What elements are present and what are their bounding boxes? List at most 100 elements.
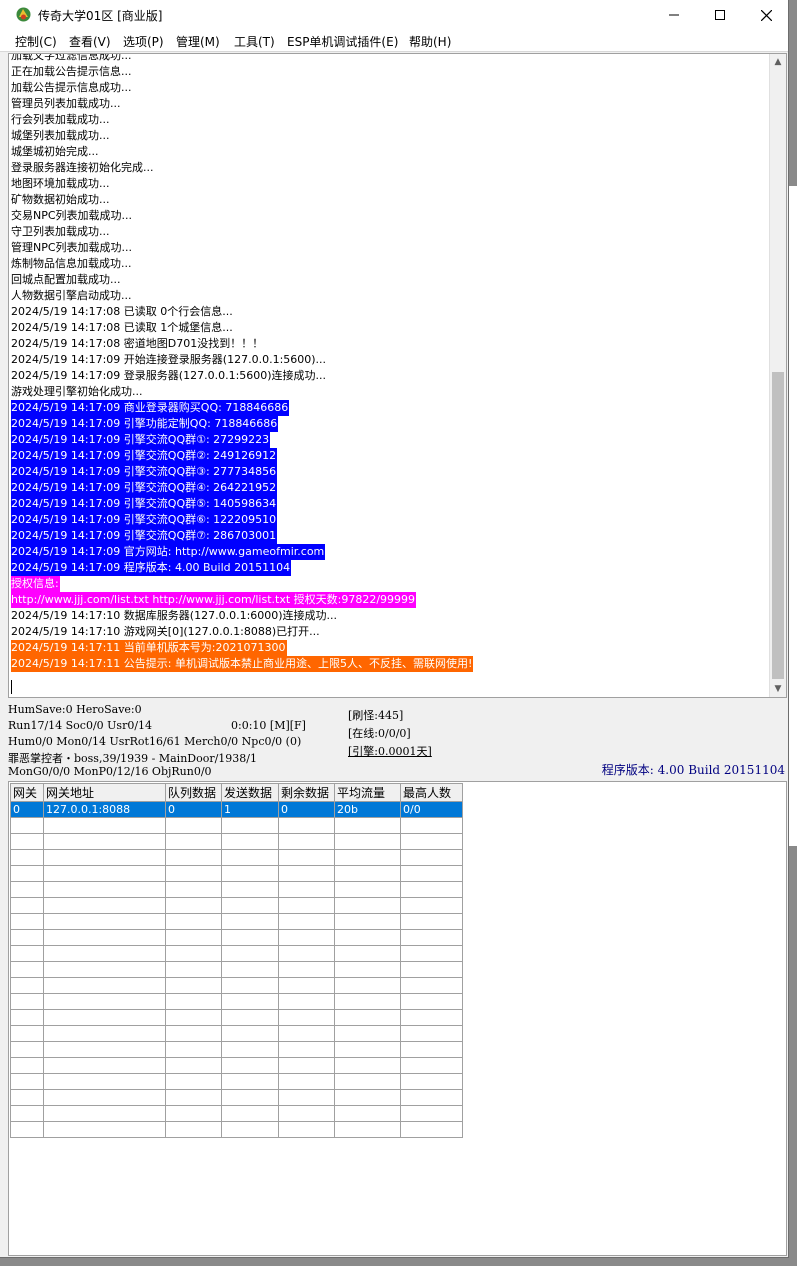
log-textbox[interactable]: 加载文字过滤信息成功... 正在加载公告提示信息... 加载公告提示信息成功... 管… xyxy=(8,53,787,698)
cell-max-users: 0/0 xyxy=(400,801,463,818)
table-cell-empty xyxy=(400,817,463,834)
table-row-empty[interactable] xyxy=(10,1057,463,1074)
log-line: 2024/5/19 14:17:09 引擎交流QQ群③: 277734856 xyxy=(11,464,278,480)
table-row-empty[interactable] xyxy=(10,1009,463,1026)
table-row[interactable]: 0 127.0.0.1:8088 0 1 0 20b 0/0 xyxy=(10,801,463,818)
table-cell-empty xyxy=(334,913,401,930)
log-line: 城堡列表加载成功... xyxy=(11,129,110,142)
status-engine[interactable]: [引擎:0.0001天] xyxy=(348,743,432,759)
table-row-empty[interactable] xyxy=(10,961,463,978)
log-line: 2024/5/19 14:17:09 开始连接登录服务器(127.0.0.1:5… xyxy=(11,353,327,366)
table-row-empty[interactable] xyxy=(10,881,463,898)
menu-help[interactable]: 帮助(H) xyxy=(409,33,451,50)
table-cell-empty xyxy=(400,993,463,1010)
log-scrollbar[interactable]: ▲ ▼ xyxy=(769,54,786,697)
table-cell-empty xyxy=(10,1105,44,1122)
table-cell-empty xyxy=(10,817,44,834)
log-line: 矿物数据初始成功... xyxy=(11,193,110,206)
table-cell-empty xyxy=(400,961,463,978)
table-row-empty[interactable] xyxy=(10,1041,463,1058)
table-cell-empty xyxy=(221,1073,279,1090)
table-cell-empty xyxy=(165,1105,222,1122)
menu-control[interactable]: 控制(C) xyxy=(15,33,57,50)
table-cell-empty xyxy=(278,817,335,834)
table-row-empty[interactable] xyxy=(10,897,463,914)
table-header-row: 网关 网关地址 队列数据 发送数据 剩余数据 平均流量 最高人数 xyxy=(10,783,463,802)
table-row-empty[interactable] xyxy=(10,993,463,1010)
scroll-thumb[interactable] xyxy=(772,372,784,679)
table-cell-empty xyxy=(278,1025,335,1042)
table-row-empty[interactable] xyxy=(10,817,463,834)
table-cell-empty xyxy=(334,1089,401,1106)
table-cell-empty xyxy=(278,1089,335,1106)
gateway-grid[interactable]: 网关 网关地址 队列数据 发送数据 剩余数据 平均流量 最高人数 0 127.0… xyxy=(8,781,787,1256)
cell-avg-traffic: 20b xyxy=(334,801,401,818)
table-row-empty[interactable] xyxy=(10,1025,463,1042)
window-title: 传奇大学01区 [商业版] xyxy=(38,9,163,23)
table-cell-empty xyxy=(43,1057,166,1074)
table-row-empty[interactable] xyxy=(10,833,463,850)
table-cell-empty xyxy=(278,1073,335,1090)
table-cell-empty xyxy=(334,1057,401,1074)
table-cell-empty xyxy=(10,881,44,898)
log-line: 2024/5/19 14:17:09 程序版本: 4.00 Build 2015… xyxy=(11,560,292,576)
close-button[interactable] xyxy=(743,0,788,30)
log-line: 炼制物品信息加载成功... xyxy=(11,257,132,270)
table-cell-empty xyxy=(278,1041,335,1058)
table-cell-empty xyxy=(334,1121,401,1138)
text-cursor xyxy=(11,680,12,694)
table-cell-empty xyxy=(10,1009,44,1026)
table-cell-empty xyxy=(278,945,335,962)
log-line: 2024/5/19 14:17:08 已读取 1个城堡信息... xyxy=(11,321,233,334)
table-cell-empty xyxy=(221,945,279,962)
table-cell-empty xyxy=(43,881,166,898)
table-cell-empty xyxy=(43,929,166,946)
table-row-empty[interactable] xyxy=(10,1073,463,1090)
col-queue-data[interactable]: 队列数据 xyxy=(165,783,222,802)
col-gateway-address[interactable]: 网关地址 xyxy=(43,783,166,802)
table-row-empty[interactable] xyxy=(10,865,463,882)
menu-manage[interactable]: 管理(M) xyxy=(176,33,220,50)
table-cell-empty xyxy=(334,865,401,882)
table-cell-empty xyxy=(221,929,279,946)
minimize-button[interactable] xyxy=(651,0,697,30)
table-row-empty[interactable] xyxy=(10,1089,463,1106)
table-row-empty[interactable] xyxy=(10,1121,463,1138)
status-hum: Hum0/0 Mon0/14 UsrRot16/61 Merch0/0 Npc0… xyxy=(8,735,302,748)
log-line: 加载公告提示信息成功... xyxy=(11,81,132,94)
col-send-data[interactable]: 发送数据 xyxy=(221,783,279,802)
maximize-button[interactable] xyxy=(697,0,743,30)
col-avg-traffic[interactable]: 平均流量 xyxy=(334,783,401,802)
col-max-users[interactable]: 最高人数 xyxy=(400,783,463,802)
scroll-up-icon[interactable]: ▲ xyxy=(770,54,786,70)
table-cell-empty xyxy=(400,1073,463,1090)
table-row-empty[interactable] xyxy=(10,945,463,962)
status-time: 0:0:10 [M][F] xyxy=(231,719,306,732)
scroll-down-icon[interactable]: ▼ xyxy=(770,681,786,697)
table-cell-empty xyxy=(165,1025,222,1042)
status-run: Run17/14 Soc0/0 Usr0/14 xyxy=(8,719,153,732)
table-cell-empty xyxy=(400,945,463,962)
menu-esp-plugin[interactable]: ESP单机调试插件(E) xyxy=(287,33,398,50)
table-row-empty[interactable] xyxy=(10,913,463,930)
table-cell-empty xyxy=(43,993,166,1010)
title-bar[interactable]: 传奇大学01区 [商业版] xyxy=(0,0,788,30)
table-cell-empty xyxy=(10,865,44,882)
table-cell-empty xyxy=(165,1009,222,1026)
menu-view[interactable]: 查看(V) xyxy=(69,33,111,50)
status-refresh: [刷怪:445] xyxy=(348,709,404,722)
log-line: 行会列表加载成功... xyxy=(11,113,110,126)
table-cell-empty xyxy=(43,849,166,866)
table-cell-empty xyxy=(10,1041,44,1058)
table-row-empty[interactable] xyxy=(10,929,463,946)
col-remaining-data[interactable]: 剩余数据 xyxy=(278,783,335,802)
table-cell-empty xyxy=(400,881,463,898)
main-window: 传奇大学01区 [商业版] 控制(C) 查看(V) 选项(P) 管理(M) 工具… xyxy=(0,0,789,1258)
table-cell-empty xyxy=(221,1057,279,1074)
table-row-empty[interactable] xyxy=(10,1105,463,1122)
menu-options[interactable]: 选项(P) xyxy=(123,33,164,50)
menu-tools[interactable]: 工具(T) xyxy=(234,33,275,50)
col-gateway[interactable]: 网关 xyxy=(10,783,44,802)
table-row-empty[interactable] xyxy=(10,849,463,866)
table-row-empty[interactable] xyxy=(10,977,463,994)
